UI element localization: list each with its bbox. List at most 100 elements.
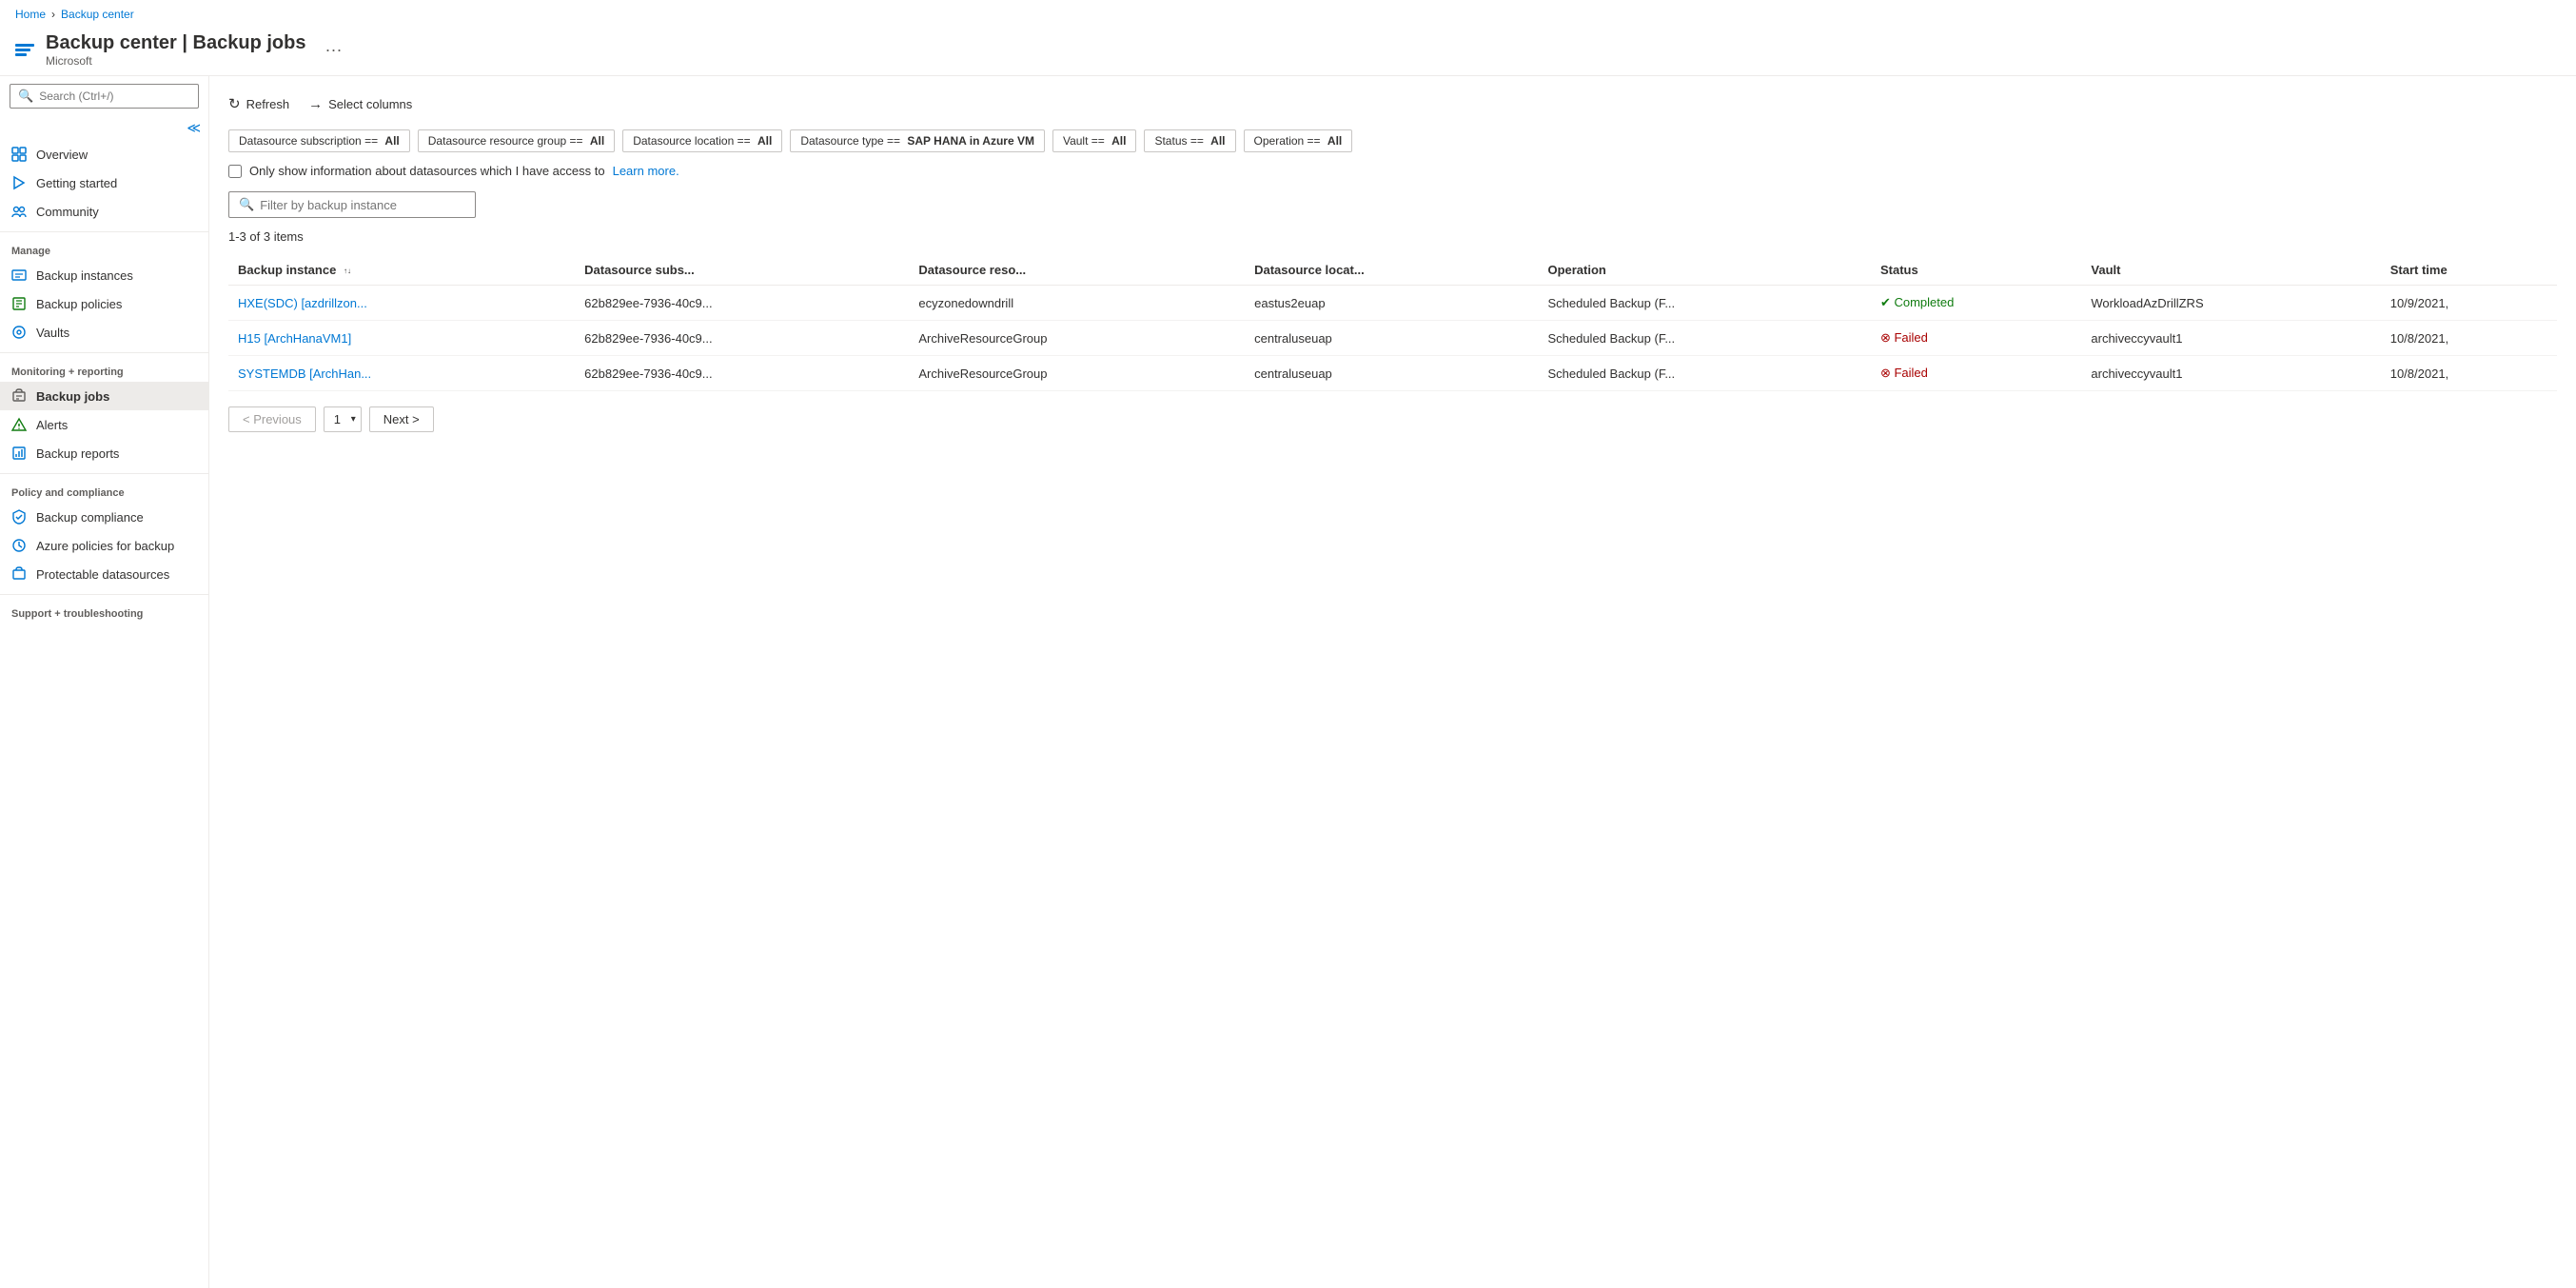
cell-operation: Scheduled Backup (F... xyxy=(1538,286,1871,321)
refresh-button[interactable]: ↻ Refresh xyxy=(228,91,289,116)
cell-subscription: 62b829ee-7936-40c9... xyxy=(575,356,909,391)
table-row[interactable]: HXE(SDC) [azdrillzon... 62b829ee-7936-40… xyxy=(228,286,2557,321)
sidebar-item-label: Alerts xyxy=(36,418,68,432)
cell-location: centraluseuap xyxy=(1245,321,1538,356)
col-location: Datasource locat... xyxy=(1245,255,1538,286)
access-checkbox[interactable] xyxy=(228,165,242,178)
cell-vault: archiveccyvault1 xyxy=(2081,321,2380,356)
next-button[interactable]: Next > xyxy=(369,406,434,432)
col-label: Datasource subs... xyxy=(584,263,695,277)
cell-location: centraluseuap xyxy=(1245,356,1538,391)
sidebar-item-getting-started[interactable]: Getting started xyxy=(0,168,208,197)
main-content: ↻ Refresh → Select columns Datasource su… xyxy=(209,76,2576,1288)
page-select[interactable]: 1 xyxy=(324,406,362,432)
azure-policy-icon xyxy=(11,538,27,553)
filter-subscription[interactable]: Datasource subscription == All xyxy=(228,129,410,152)
sidebar-item-community[interactable]: Community xyxy=(0,197,208,226)
instance-search-box[interactable]: 🔍 xyxy=(228,191,476,218)
sidebar-item-overview[interactable]: Overview xyxy=(0,140,208,168)
cell-location: eastus2euap xyxy=(1245,286,1538,321)
getting-started-icon xyxy=(11,175,27,190)
col-label: Status xyxy=(1880,263,1918,277)
toolbar: ↻ Refresh → Select columns xyxy=(228,91,2557,116)
sort-icon[interactable]: ↑↓ xyxy=(344,267,351,275)
col-label: Datasource locat... xyxy=(1254,263,1365,277)
sidebar-item-backup-jobs[interactable]: Backup jobs xyxy=(0,382,208,410)
filter-resource-group[interactable]: Datasource resource group == All xyxy=(418,129,615,152)
sidebar-search-box[interactable]: 🔍 xyxy=(10,84,199,109)
cell-status: ⊗ Failed xyxy=(1871,356,2081,391)
select-columns-icon: → xyxy=(308,96,323,112)
filter-label: Datasource resource group == All xyxy=(428,134,604,148)
more-options-icon[interactable]: ··· xyxy=(324,40,342,60)
cell-start-time: 10/8/2021, xyxy=(2381,356,2557,391)
filter-type[interactable]: Datasource type == SAP HANA in Azure VM xyxy=(790,129,1045,152)
collapse-icon: ≪ xyxy=(187,120,201,136)
sidebar-item-label: Vaults xyxy=(36,326,69,340)
cell-vault: WorkloadAzDrillZRS xyxy=(2081,286,2380,321)
learn-more-link[interactable]: Learn more. xyxy=(613,164,679,178)
sidebar: 🔍 ≪ Overview Getting started Community xyxy=(0,76,209,1288)
filter-operation[interactable]: Operation == All xyxy=(1244,129,1353,152)
cell-resource-group: ecyzonedowndrill xyxy=(909,286,1245,321)
policies-icon xyxy=(11,296,27,311)
col-instance[interactable]: Backup instance ↑↓ xyxy=(228,255,575,286)
col-label: Backup instance xyxy=(238,263,336,277)
page-header: Backup center | Backup jobs Microsoft ··… xyxy=(0,29,2576,76)
sidebar-policy-section: Policy and compliance xyxy=(0,480,208,503)
sidebar-item-vaults[interactable]: Vaults xyxy=(0,318,208,347)
select-columns-label: Select columns xyxy=(328,97,412,111)
status-completed-icon: ✔ Completed xyxy=(1880,295,1954,310)
col-label: Datasource reso... xyxy=(918,263,1026,277)
cell-subscription: 62b829ee-7936-40c9... xyxy=(575,286,909,321)
sidebar-item-backup-policies[interactable]: Backup policies xyxy=(0,289,208,318)
sidebar-monitoring-section: Monitoring + reporting xyxy=(0,359,208,382)
filter-location[interactable]: Datasource location == All xyxy=(622,129,782,152)
cell-status: ⊗ Failed xyxy=(1871,321,2081,356)
backup-center-icon xyxy=(15,44,34,56)
filter-vault[interactable]: Vault == All xyxy=(1052,129,1137,152)
reports-icon xyxy=(11,446,27,461)
cell-resource-group: ArchiveResourceGroup xyxy=(909,321,1245,356)
select-columns-button[interactable]: → Select columns xyxy=(308,92,412,116)
refresh-icon: ↻ xyxy=(228,95,241,112)
access-checkbox-row: Only show information about datasources … xyxy=(228,164,2557,178)
sidebar-item-label: Getting started xyxy=(36,176,117,190)
filter-label: Datasource location == All xyxy=(633,134,772,148)
refresh-label: Refresh xyxy=(246,97,290,111)
vaults-icon xyxy=(11,325,27,340)
filter-status[interactable]: Status == All xyxy=(1144,129,1235,152)
cell-instance: H15 [ArchHanaVM1] xyxy=(228,321,575,356)
sidebar-item-backup-compliance[interactable]: Backup compliance xyxy=(0,503,208,531)
overview-icon xyxy=(11,147,27,162)
breadcrumb-current[interactable]: Backup center xyxy=(61,8,134,21)
sidebar-item-alerts[interactable]: Alerts xyxy=(0,410,208,439)
compliance-icon xyxy=(11,509,27,525)
cell-instance: SYSTEMDB [ArchHan... xyxy=(228,356,575,391)
col-operation: Operation xyxy=(1538,255,1871,286)
sidebar-manage-section: Manage xyxy=(0,238,208,261)
cell-start-time: 10/8/2021, xyxy=(2381,321,2557,356)
table-row[interactable]: SYSTEMDB [ArchHan... 62b829ee-7936-40c9.… xyxy=(228,356,2557,391)
table-row[interactable]: H15 [ArchHanaVM1] 62b829ee-7936-40c9... … xyxy=(228,321,2557,356)
backup-jobs-table: Backup instance ↑↓ Datasource subs... Da… xyxy=(228,255,2557,391)
breadcrumb: Home › Backup center xyxy=(0,0,2576,29)
cell-status: ✔ Completed xyxy=(1871,286,2081,321)
sidebar-item-azure-policies[interactable]: Azure policies for backup xyxy=(0,531,208,560)
col-label: Operation xyxy=(1547,263,1605,277)
sidebar-search-input[interactable] xyxy=(39,89,190,103)
previous-button[interactable]: < Previous xyxy=(228,406,316,432)
filter-label: Datasource subscription == All xyxy=(239,134,400,148)
sidebar-item-backup-reports[interactable]: Backup reports xyxy=(0,439,208,467)
breadcrumb-home[interactable]: Home xyxy=(15,8,46,21)
sidebar-collapse-button[interactable]: ≪ xyxy=(0,116,208,140)
cell-start-time: 10/9/2021, xyxy=(2381,286,2557,321)
sidebar-item-label: Azure policies for backup xyxy=(36,539,174,553)
sidebar-item-backup-instances[interactable]: Backup instances xyxy=(0,261,208,289)
sidebar-item-protectable-sources[interactable]: Protectable datasources xyxy=(0,560,208,588)
sidebar-item-label: Protectable datasources xyxy=(36,567,169,582)
instance-search-input[interactable] xyxy=(260,198,465,212)
page-title-block: Backup center | Backup jobs Microsoft xyxy=(46,32,305,68)
instances-icon xyxy=(11,268,27,283)
sidebar-item-label: Backup policies xyxy=(36,297,122,311)
